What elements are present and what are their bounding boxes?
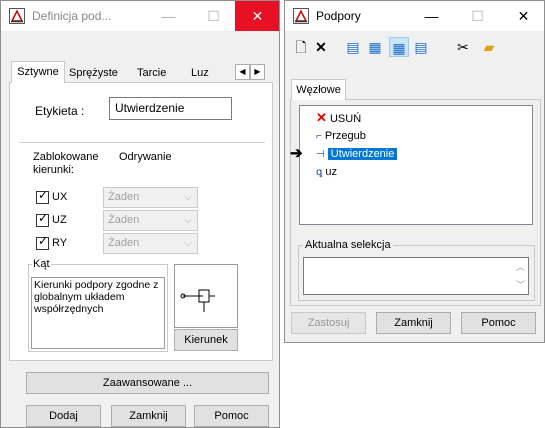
apply-button[interactable]: Zastosuj xyxy=(291,312,366,334)
maximize-button[interactable]: ☐ xyxy=(191,1,236,31)
release-header: Odrywanie xyxy=(119,151,172,163)
tab-label: Luz xyxy=(191,67,209,79)
uz-release-select[interactable]: Żaden ⌵ xyxy=(103,210,198,231)
list-item-przegub[interactable]: ⌐ Przegub xyxy=(316,128,366,144)
direction-button[interactable]: Kierunek xyxy=(174,329,238,351)
ux-release-value: Żaden xyxy=(108,191,140,203)
close-window-button[interactable]: ✕ xyxy=(501,1,544,31)
app-icon xyxy=(293,8,309,24)
list-item-utwierdzenie[interactable]: ⊣ Utwierdzenie xyxy=(316,146,398,162)
window-title: Podpory xyxy=(316,9,361,23)
advanced-button[interactable]: Zaawansowane ... xyxy=(26,372,269,394)
supports-window: Podpory — ☐ ✕ 🗋 ✕ ▤ ▦ ▦ ▤ ✂ ▰ Węzłowe ✕ … xyxy=(284,0,545,343)
direction-preview xyxy=(174,264,238,328)
ry-release-value: Żaden xyxy=(108,237,140,249)
fixed-support-icon: ⊣ xyxy=(316,149,325,160)
fixed-support-diagram-icon xyxy=(180,289,215,312)
list-view-icon[interactable]: ▤ xyxy=(343,37,363,57)
ry-release-select[interactable]: Żaden ⌵ xyxy=(103,233,198,254)
tab-tarcie[interactable]: Tarcie xyxy=(137,63,166,83)
list-item-usun[interactable]: ✕ USUŃ xyxy=(316,110,361,126)
tab-sprezyste[interactable]: Sprężyste xyxy=(69,63,118,83)
tab-strip: Sztywne Sprężyste Tarcie Luz ◀ ▶ xyxy=(9,61,273,83)
chevron-down-icon: ⌵ xyxy=(184,192,192,203)
close-button[interactable]: Zamknij xyxy=(111,405,186,427)
advanced-button-label: Zaawansowane ... xyxy=(102,377,193,389)
uz-checkbox[interactable]: ✓ xyxy=(36,211,49,227)
chevron-down-icon: ⌵ xyxy=(184,238,192,249)
tab-scroll-left-button[interactable]: ◀ xyxy=(235,64,250,80)
angle-group-title: Kąt xyxy=(32,258,51,270)
delete-icon[interactable]: ✕ xyxy=(311,37,331,57)
list-item-label: USUŃ xyxy=(329,113,362,125)
close-button-label: Zamknij xyxy=(129,410,168,422)
help-button[interactable]: Pomoc xyxy=(194,405,269,427)
list-item-label: Utwierdzenie xyxy=(327,148,398,160)
tab-scroll-right-button[interactable]: ▶ xyxy=(250,64,265,80)
ux-release-select[interactable]: Żaden ⌵ xyxy=(103,187,198,208)
divider xyxy=(19,142,265,143)
label-field-caption: Etykieta : xyxy=(35,104,85,118)
direction-button-label: Kierunek xyxy=(184,334,228,346)
tab-label: Sztywne xyxy=(17,66,59,78)
cut-icon[interactable]: ✂ xyxy=(453,37,473,57)
list-item-label: Przegub xyxy=(324,130,366,142)
open-folder-icon[interactable]: ▰ xyxy=(479,37,499,57)
uz-release-value: Żaden xyxy=(108,214,140,226)
app-icon xyxy=(9,8,25,24)
angle-description: Kierunki podpory zgodne z globalnym ukła… xyxy=(31,277,165,349)
minimize-button[interactable]: — xyxy=(146,1,191,31)
tab-label: Tarcie xyxy=(137,67,167,79)
large-icons-view-icon[interactable]: ▦ xyxy=(389,37,409,57)
close-window-button[interactable]: ✕ xyxy=(235,1,279,31)
current-item-arrow-icon: ➔ xyxy=(290,145,303,162)
angle-description-text: Kierunki podpory zgodne z globalnym ukła… xyxy=(34,279,159,315)
help-button-label: Pomoc xyxy=(214,410,249,422)
minimize-button[interactable]: — xyxy=(409,1,454,31)
tab-sztywne[interactable]: Sztywne xyxy=(11,61,65,83)
apply-button-label: Zastosuj xyxy=(307,317,350,329)
tab-luz[interactable]: Luz xyxy=(191,63,209,83)
help-button-label: Pomoc xyxy=(481,317,516,329)
ux-label: UX xyxy=(52,191,68,203)
add-button-label: Dodaj xyxy=(49,410,78,422)
scroll-up-icon[interactable]: ︿ xyxy=(516,260,525,273)
current-selection-title: Aktualna selekcja xyxy=(303,239,393,251)
label-input[interactable]: Utwierdzenie xyxy=(109,97,232,120)
tab-wezlowe[interactable]: Węzłowe xyxy=(291,79,346,100)
details-view-icon[interactable]: ▤ xyxy=(411,37,431,57)
scroll-down-icon[interactable]: ﹀ xyxy=(516,278,525,291)
tab-label: Węzłowe xyxy=(296,84,341,96)
tab-label: Sprężyste xyxy=(69,67,118,79)
window-title: Definicja pod... xyxy=(32,9,112,23)
uz-label: UZ xyxy=(52,214,67,226)
ry-checkbox[interactable]: ✓ xyxy=(36,234,49,250)
close-button[interactable]: Zamknij xyxy=(376,312,451,334)
ux-checkbox[interactable]: ✓ xyxy=(36,188,49,204)
chevron-down-icon: ⌵ xyxy=(184,215,192,226)
ry-label: RY xyxy=(52,237,68,249)
label-input-value: Utwierdzenie xyxy=(115,101,185,115)
title-bar[interactable]: Podpory — ☐ ✕ xyxy=(285,1,544,31)
list-item-label: uz xyxy=(325,166,338,178)
add-button[interactable]: Dodaj xyxy=(26,405,101,427)
current-selection-input[interactable]: ︿ ﹀ xyxy=(303,257,529,295)
new-icon[interactable]: 🗋 xyxy=(291,37,311,57)
help-button[interactable]: Pomoc xyxy=(461,312,536,334)
hinge-support-icon: ⌐ xyxy=(316,131,322,142)
blocked-directions-header: Zablokowane kierunki: xyxy=(33,151,99,176)
support-definition-window: Definicja pod... — ☐ ✕ Sztywne Sprężyste… xyxy=(0,0,280,428)
close-button-label: Zamknij xyxy=(394,317,433,329)
maximize-button[interactable]: ☐ xyxy=(455,1,500,31)
list-item-uz[interactable]: ꝗ uz xyxy=(316,164,337,180)
roller-support-icon: ꝗ xyxy=(316,167,323,178)
title-bar[interactable]: Definicja pod... — ☐ ✕ xyxy=(1,1,279,31)
red-x-icon: ✕ xyxy=(316,110,327,125)
small-icons-view-icon[interactable]: ▦ xyxy=(365,37,385,57)
support-list[interactable]: ✕ USUŃ ⌐ Przegub ➔ ⊣ Utwierdzenie ꝗ uz xyxy=(290,105,533,225)
